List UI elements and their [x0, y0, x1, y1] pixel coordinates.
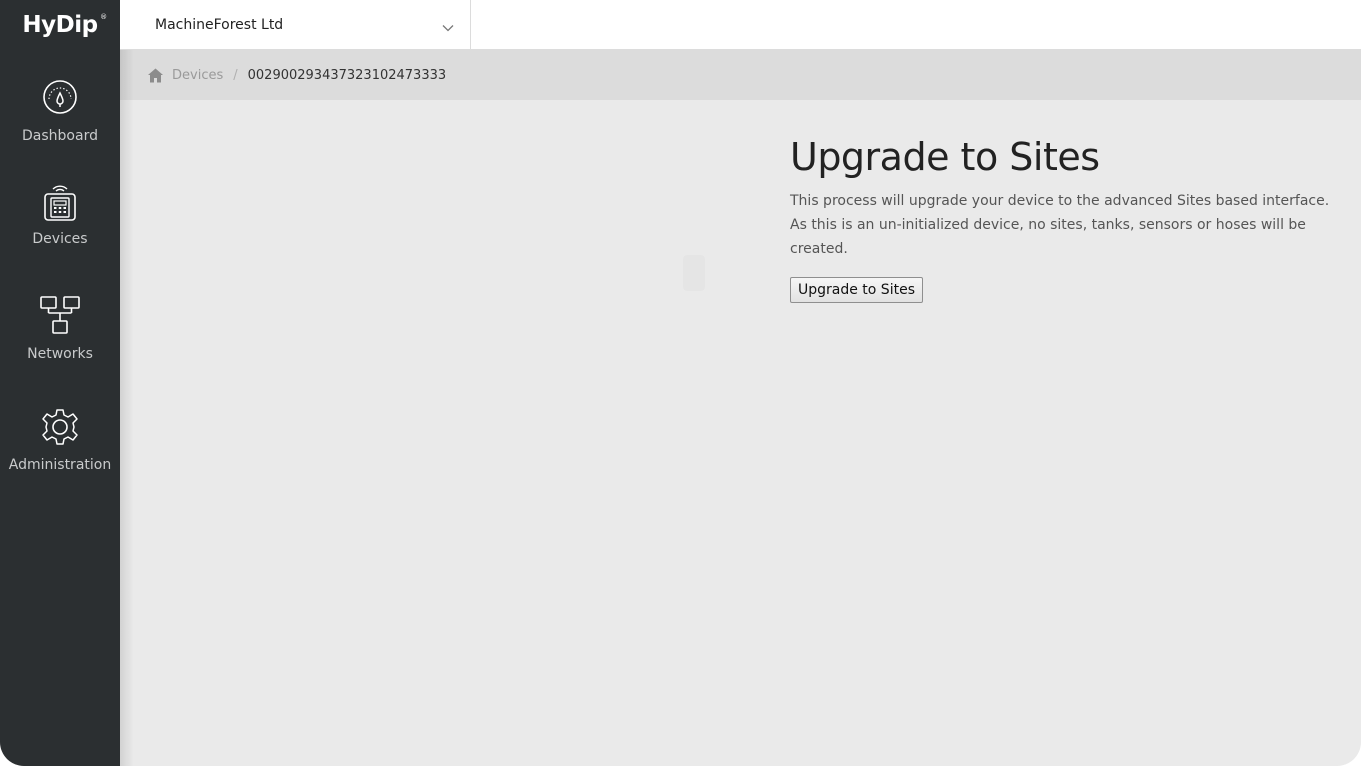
sidebar: HyDip ® Dashboard Devices Networks Admin… [0, 0, 120, 766]
sidebar-item-label: Dashboard [22, 128, 98, 144]
sidebar-item-devices[interactable]: Devices [0, 181, 120, 281]
sidebar-item-administration[interactable]: Administration [0, 407, 120, 507]
page-title: Upgrade to Sites [790, 135, 1100, 179]
organization-select-value: MachineForest Ltd [155, 17, 284, 33]
sidebar-item-label: Administration [8, 457, 112, 473]
breadcrumb-current: 002900293437323102473333 [247, 67, 447, 83]
network-icon [40, 296, 80, 336]
sidebar-item-label: Networks [27, 346, 93, 362]
faint-placeholder [683, 255, 705, 291]
sidebar-item-dashboard[interactable]: Dashboard [0, 78, 120, 178]
chevron-down-icon [442, 19, 454, 32]
device-wireless-icon [40, 181, 80, 221]
breadcrumb: Devices / 002900293437323102473333 [120, 50, 1361, 100]
description-line-2: As this is an un-initialized device, no … [790, 217, 1306, 257]
main-content: Upgrade to Sites This process will upgra… [790, 134, 1355, 303]
gear-icon [40, 407, 80, 447]
description-line-1: This process will upgrade your device to… [790, 193, 1330, 209]
gauge-icon [40, 78, 80, 118]
upgrade-to-sites-button[interactable]: Upgrade to Sites [790, 277, 923, 303]
logo[interactable]: HyDip ® [0, 0, 120, 50]
sidebar-item-label: Devices [32, 231, 88, 247]
sidebar-shadow [120, 50, 134, 766]
registered-mark: ® [100, 13, 107, 21]
organization-select[interactable]: MachineForest Ltd [120, 0, 471, 50]
breadcrumb-separator: / [233, 67, 238, 83]
home-icon[interactable] [147, 67, 164, 84]
sidebar-item-networks[interactable]: Networks [0, 296, 120, 396]
top-bar: MachineForest Ltd [120, 0, 1361, 50]
app-window: HyDip ® Dashboard Devices Networks Admin… [0, 0, 1361, 766]
breadcrumb-link-devices[interactable]: Devices [172, 68, 223, 83]
brand-name: HyDip ® [22, 12, 107, 38]
